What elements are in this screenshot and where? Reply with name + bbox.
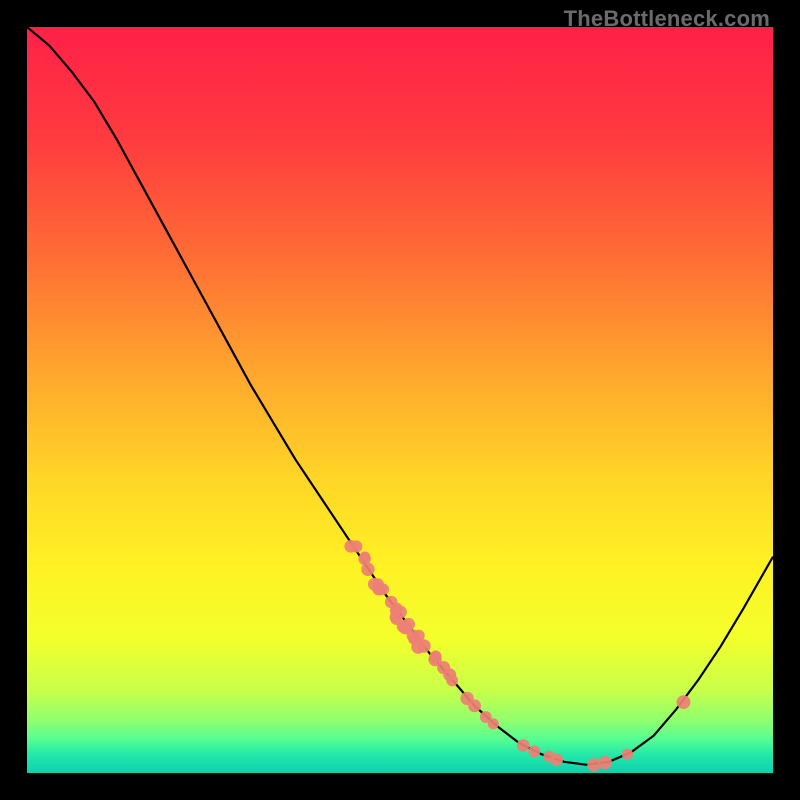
data-marker	[429, 652, 440, 663]
data-markers	[344, 540, 690, 772]
data-marker	[528, 745, 540, 757]
data-marker	[402, 618, 415, 631]
data-marker	[361, 563, 374, 576]
data-marker	[517, 739, 530, 752]
bottleneck-chart: TheBottleneck.com	[0, 0, 800, 800]
data-marker	[622, 749, 633, 760]
data-marker	[468, 699, 481, 712]
data-marker	[368, 578, 381, 591]
curve-layer	[27, 27, 773, 773]
data-marker	[394, 606, 407, 619]
attribution-label: TheBottleneck.com	[564, 6, 770, 32]
data-marker	[677, 695, 691, 709]
data-marker	[446, 675, 458, 687]
data-marker	[550, 753, 563, 766]
data-marker	[587, 758, 600, 771]
bottleneck-curve	[27, 27, 773, 765]
data-marker	[417, 639, 431, 653]
data-marker	[598, 756, 611, 769]
data-marker	[488, 718, 499, 729]
plot-area	[27, 27, 773, 773]
data-marker	[437, 661, 450, 674]
data-marker	[350, 540, 362, 552]
